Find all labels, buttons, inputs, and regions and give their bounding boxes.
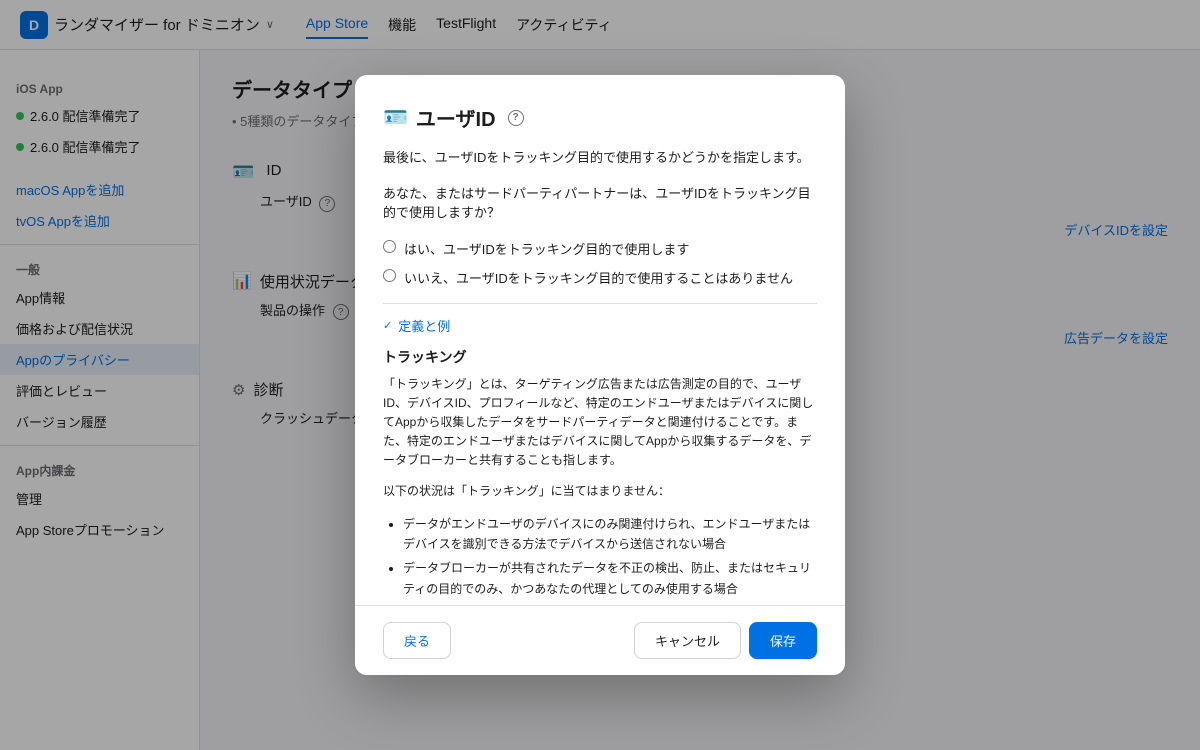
tracking-term: トラッキング xyxy=(383,347,817,367)
modal-body: 🪪 ユーザID ? 最後に、ユーザIDをトラッキング目的で使用するかどうかを指定… xyxy=(355,75,845,605)
definition-toggle[interactable]: ✓ 定義と例 xyxy=(383,316,817,335)
radio-no[interactable]: いいえ、ユーザIDをトラッキング目的で使用することはありません xyxy=(383,268,817,287)
modal-question: あなた、またはサードパーティパートナーは、ユーザIDをトラッキング目的で使用しま… xyxy=(383,184,817,223)
radio-no-label: いいえ、ユーザIDをトラッキング目的で使用することはありません xyxy=(404,268,793,287)
radio-yes-input[interactable] xyxy=(383,240,396,253)
radio-no-input[interactable] xyxy=(383,269,396,282)
modal-footer: 戻る キャンセル 保存 xyxy=(355,605,845,675)
save-button[interactable]: 保存 xyxy=(749,622,817,659)
modal: 🪪 ユーザID ? 最後に、ユーザIDをトラッキング目的で使用するかどうかを指定… xyxy=(355,75,845,675)
tracking-body: 「トラッキング」とは、ターゲティング広告または広告測定の目的で、ユーザID、デバ… xyxy=(383,375,817,471)
modal-title: 🪪 ユーザID ? xyxy=(383,103,817,132)
tracking-bullets: データがエンドユーザのデバイスにのみ関連付けられ、エンドユーザまたはデバイスを識… xyxy=(383,514,817,600)
definition-toggle-label: 定義と例 xyxy=(398,316,450,335)
modal-title-text: ユーザID xyxy=(416,103,496,132)
definition-section: ✓ 定義と例 トラッキング 「トラッキング」とは、ターゲティング広告または広告測… xyxy=(383,303,817,606)
modal-title-icon: 🪪 xyxy=(383,105,408,130)
tracking-bullet-2: データブローカーが共有されたデータを不正の検出、防止、またはセキュリティの目的で… xyxy=(403,558,817,599)
back-button[interactable]: 戻る xyxy=(383,622,451,659)
modal-description: 最後に、ユーザIDをトラッキング目的で使用するかどうかを指定します。 xyxy=(383,148,817,168)
modal-overlay: 🪪 ユーザID ? 最後に、ユーザIDをトラッキング目的で使用するかどうかを指定… xyxy=(0,0,1200,750)
radio-group: はい、ユーザIDをトラッキング目的で使用します いいえ、ユーザIDをトラッキング… xyxy=(383,239,817,287)
radio-yes-label: はい、ユーザIDをトラッキング目的で使用します xyxy=(404,239,689,258)
tracking-bullet-1: データがエンドユーザのデバイスにのみ関連付けられ、エンドユーザまたはデバイスを識… xyxy=(403,514,817,555)
tracking-not-applies: 以下の状況は「トラッキング」に当てはまりません： xyxy=(383,482,817,501)
radio-yes[interactable]: はい、ユーザIDをトラッキング目的で使用します xyxy=(383,239,817,258)
cancel-button[interactable]: キャンセル xyxy=(634,622,741,659)
chevron-down-icon: ✓ xyxy=(383,319,392,332)
modal-footer-right: キャンセル 保存 xyxy=(634,622,817,659)
modal-question-mark[interactable]: ? xyxy=(508,110,524,126)
